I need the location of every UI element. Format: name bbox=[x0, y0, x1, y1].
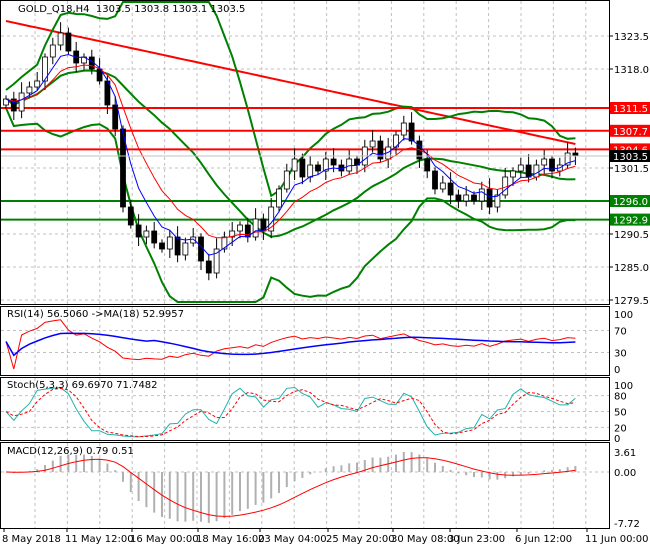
stoch-tick-label: 20 bbox=[614, 423, 627, 434]
time-tick-label: 16 May 00:00 bbox=[130, 534, 199, 545]
stoch-k-line bbox=[5, 386, 576, 438]
candle bbox=[408, 122, 415, 142]
macd-title: MACD(12,26,9) 0.79 0.51 bbox=[7, 446, 134, 457]
time-tick-label: 11 Jun 00:00 bbox=[585, 534, 649, 545]
candle bbox=[346, 158, 353, 172]
candle bbox=[330, 158, 337, 166]
stoch-tick-label: 50 bbox=[614, 408, 627, 419]
ohlc-readout: 1303.5 1303.8 1303.1 1303.5 bbox=[95, 4, 246, 15]
candle bbox=[57, 32, 64, 46]
price-tick-label: 1301.5 bbox=[614, 164, 649, 175]
candle bbox=[112, 104, 119, 130]
price-tick-label: 1318.0 bbox=[614, 65, 649, 76]
fast-ma bbox=[5, 53, 576, 256]
candle bbox=[369, 140, 376, 148]
candle bbox=[143, 230, 150, 238]
rsi-tick-label: 0 bbox=[614, 365, 620, 376]
candle bbox=[283, 170, 290, 190]
candle bbox=[49, 44, 56, 58]
candle bbox=[400, 122, 407, 136]
rsi-line bbox=[5, 319, 576, 370]
price-tick-label: 1279.5 bbox=[614, 296, 649, 307]
bollinger-upper bbox=[5, 1, 576, 198]
candle bbox=[252, 218, 259, 238]
time-tick-label: 25 May 20:00 bbox=[326, 534, 395, 545]
time-tick-label: 18 May 16:00 bbox=[196, 534, 265, 545]
candle bbox=[166, 236, 173, 250]
candle bbox=[315, 164, 321, 172]
macd-tick-label: 0.00 bbox=[614, 468, 636, 479]
time-tick-label: 8 May 2018 bbox=[2, 534, 61, 545]
rsi-tick-label: 100 bbox=[614, 310, 633, 321]
candle bbox=[127, 206, 134, 226]
chart-window: 1323.5 1318.0 1301.5 1290.5 1285.0 1279.5 1311… bbox=[0, 0, 650, 550]
candle bbox=[424, 158, 431, 172]
chart-canvas[interactable]: 1323.5 1318.0 1301.5 1290.5 1285.0 1279.5 1311… bbox=[0, 0, 650, 550]
level-label: 1296.0 bbox=[613, 197, 648, 208]
candle bbox=[447, 182, 454, 196]
candle bbox=[478, 188, 485, 202]
candle bbox=[291, 158, 298, 172]
price-tick-label: 1285.0 bbox=[614, 263, 649, 274]
rsi-tick-label: 70 bbox=[614, 327, 627, 338]
macd-tick-label: -7.72 bbox=[614, 519, 640, 530]
stoch-tick-label: 100 bbox=[614, 381, 633, 392]
symbol-title: GOLD_Q18,H4 1303.5 1303.8 1303.1 1303.5 bbox=[18, 4, 246, 15]
candle bbox=[471, 194, 477, 202]
time-tick-label: 11 May 12:00 bbox=[65, 534, 134, 545]
candle bbox=[432, 170, 438, 190]
candle bbox=[205, 260, 212, 274]
candle bbox=[533, 164, 540, 178]
candle bbox=[463, 194, 470, 202]
candle bbox=[34, 80, 41, 88]
macd-tick-label: 3.61 bbox=[614, 448, 636, 459]
candle bbox=[299, 158, 306, 178]
candle bbox=[174, 236, 181, 256]
stoch-tick-label: 80 bbox=[614, 392, 627, 403]
time-tick-label: 3 Jun 23:00 bbox=[448, 534, 505, 545]
candle bbox=[510, 170, 516, 178]
price-tick-label: 1323.5 bbox=[614, 32, 649, 43]
time-tick-label: 23 May 04:00 bbox=[258, 534, 327, 545]
time-tick-label: 6 Jun 12:00 bbox=[515, 534, 572, 545]
level-label: 1292.9 bbox=[613, 216, 648, 227]
candle bbox=[525, 164, 532, 178]
stoch-title: Stoch(5,3,3) 69.6970 71.7482 bbox=[7, 380, 158, 391]
candle bbox=[307, 164, 314, 178]
level-label: 1307.7 bbox=[613, 127, 648, 138]
candle bbox=[151, 230, 158, 244]
candle bbox=[159, 242, 165, 250]
rsi-title: RSI(14) 56.5060 ->MA(18) 52.9957 bbox=[7, 309, 184, 320]
candle bbox=[135, 224, 142, 238]
candle bbox=[517, 164, 524, 172]
candle bbox=[65, 32, 72, 52]
price-tick-label: 1290.5 bbox=[614, 230, 649, 241]
candle bbox=[541, 158, 548, 166]
level-label: 1311.5 bbox=[613, 104, 648, 115]
candle bbox=[237, 224, 243, 232]
candle bbox=[455, 194, 462, 202]
candle bbox=[439, 182, 446, 190]
candle bbox=[182, 242, 189, 256]
candle bbox=[18, 92, 25, 112]
panel-frame bbox=[0, 0, 610, 305]
rsi-tick-label: 30 bbox=[614, 349, 627, 360]
current-price-label: 1303.5 bbox=[613, 152, 648, 163]
candle bbox=[486, 188, 493, 208]
candle bbox=[276, 188, 282, 208]
candle bbox=[502, 176, 509, 196]
candle bbox=[26, 86, 33, 94]
stoch-tick-label: 0 bbox=[614, 434, 620, 445]
